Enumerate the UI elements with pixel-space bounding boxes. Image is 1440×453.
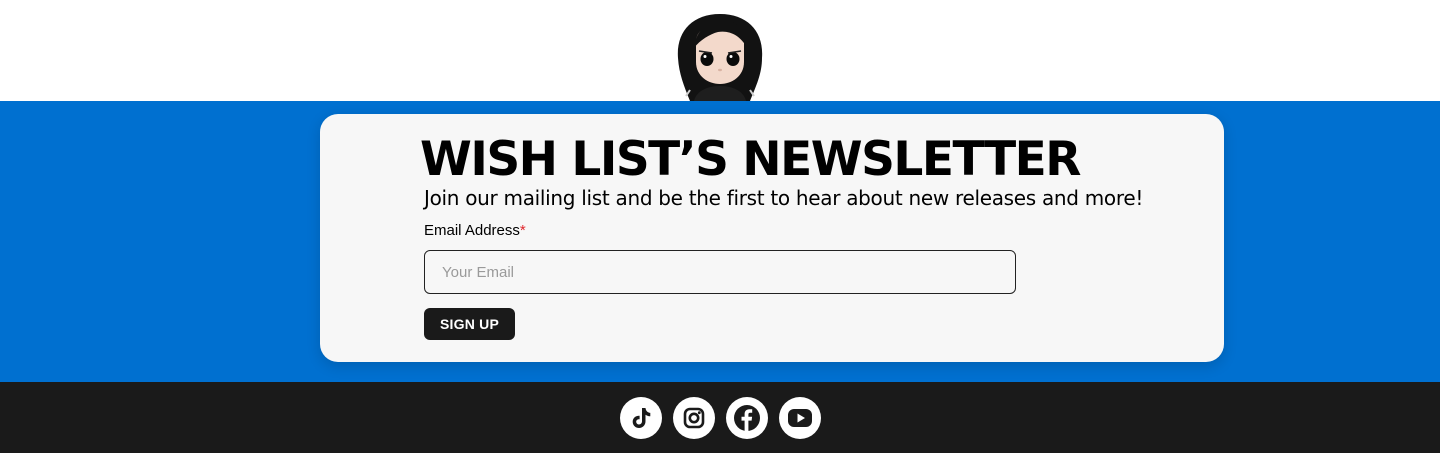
vinyl-figure-image bbox=[670, 12, 770, 101]
facebook-link[interactable] bbox=[726, 397, 768, 439]
instagram-link[interactable] bbox=[673, 397, 715, 439]
youtube-link[interactable] bbox=[779, 397, 821, 439]
required-marker: * bbox=[519, 222, 526, 239]
facebook-icon bbox=[734, 405, 760, 431]
newsletter-card: WISH LIST’S NEWSLETTER Join our mailing … bbox=[320, 114, 1224, 362]
instagram-icon bbox=[683, 407, 705, 429]
footer bbox=[0, 382, 1440, 453]
youtube-icon bbox=[788, 409, 812, 427]
social-links bbox=[620, 397, 821, 439]
email-label-text: Email Address bbox=[424, 222, 520, 239]
newsletter-title: WISH LIST’S NEWSLETTER bbox=[420, 132, 1081, 187]
email-input[interactable] bbox=[424, 250, 1016, 294]
tiktok-link[interactable] bbox=[620, 397, 662, 439]
top-area bbox=[0, 0, 1440, 101]
tiktok-icon bbox=[632, 408, 651, 428]
email-label: Email Address* bbox=[424, 221, 526, 241]
newsletter-subtitle: Join our mailing list and be the first t… bbox=[424, 186, 1144, 210]
signup-button[interactable]: SIGN UP bbox=[424, 308, 515, 340]
